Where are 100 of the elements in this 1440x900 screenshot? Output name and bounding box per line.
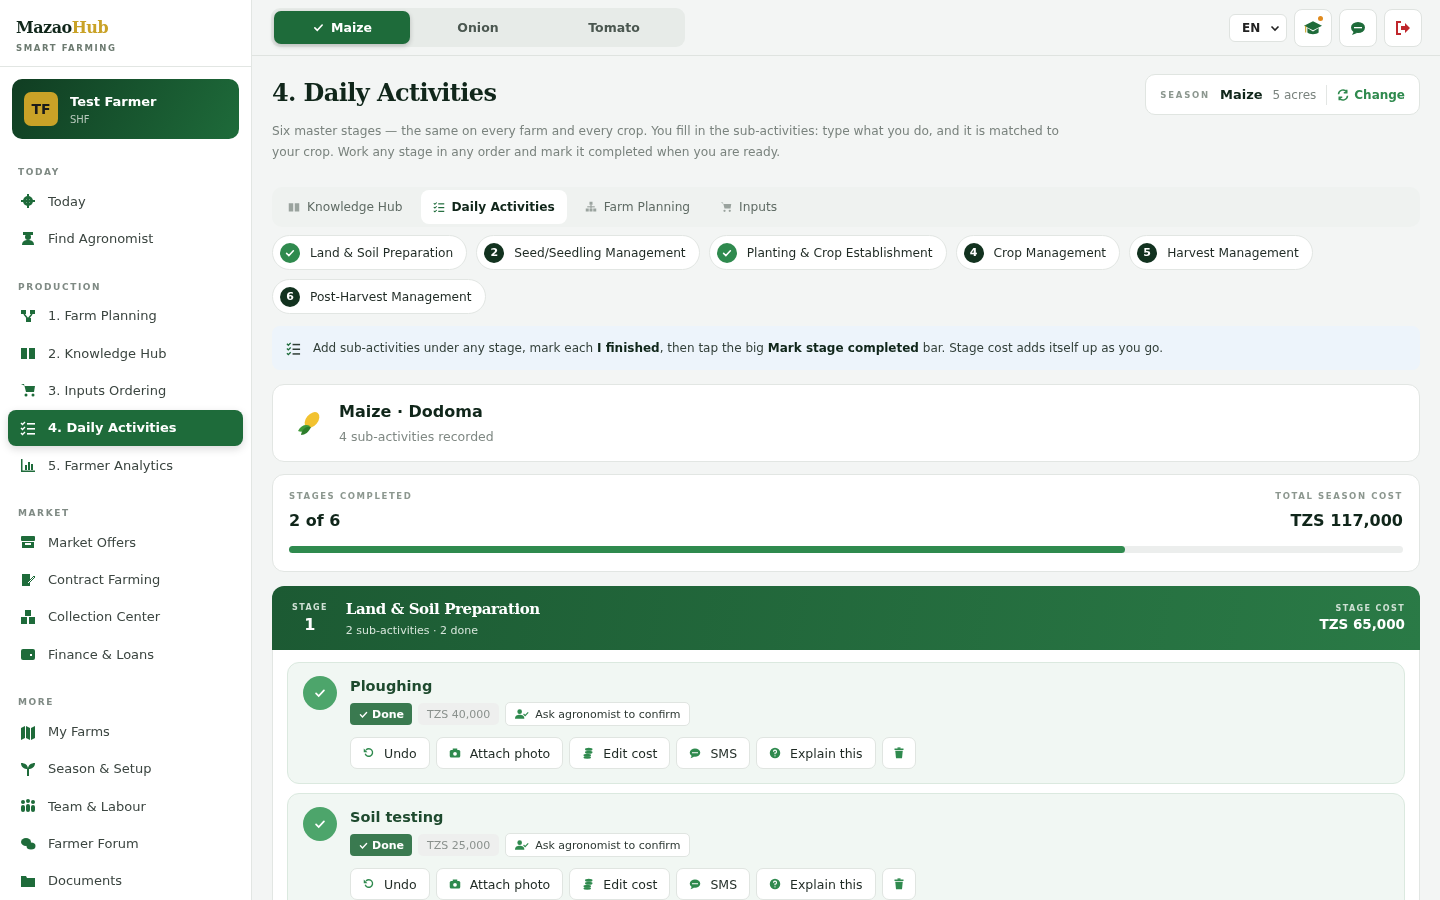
user-card[interactable]: TF Test Farmer SHF: [12, 79, 239, 139]
shop-icon: [20, 534, 36, 551]
progress-label: STAGES COMPLETED: [289, 491, 413, 501]
sidebar-item[interactable]: Contract Farming: [8, 561, 243, 598]
checklist-icon: [286, 340, 301, 356]
done-check-icon[interactable]: [303, 807, 337, 841]
section-tab[interactable]: Knowledge Hub: [276, 190, 415, 224]
sidebar-item[interactable]: Collection Center: [8, 598, 243, 636]
hierarchy-icon: [584, 201, 597, 213]
season-label: SEASON: [1160, 89, 1210, 100]
sidebar-item[interactable]: 3. Inputs Ordering: [8, 372, 243, 409]
confirm-button[interactable]: Ask agronomist to confirm: [505, 833, 691, 857]
stage-label: STAGE: [292, 602, 328, 612]
book-icon: [20, 345, 36, 362]
confirm-button[interactable]: Ask agronomist to confirm: [505, 702, 691, 726]
farm-title: Maize · Dodoma: [339, 402, 484, 421]
flow-icon: [20, 307, 36, 324]
progress-value: 2 of 6: [289, 511, 342, 530]
sidebar-item[interactable]: 2. Knowledge Hub: [8, 334, 243, 372]
sidebar-item[interactable]: Team & Labour: [8, 788, 243, 825]
person-check-icon: [515, 708, 530, 720]
sidebar-item[interactable]: Today: [8, 183, 243, 220]
action-button[interactable]: SMS: [676, 868, 751, 900]
sidebar-section-title: MORE: [17, 697, 56, 708]
wallet-icon: [20, 646, 36, 663]
stage-pill[interactable]: 4 Crop Management: [955, 235, 1121, 270]
sidebar-item[interactable]: Farmer Forum: [8, 825, 243, 862]
trash-icon: [892, 878, 905, 890]
sidebar-item[interactable]: 1. Farm Planning: [8, 297, 243, 334]
sprout-icon: [20, 760, 36, 777]
section-tab[interactable]: Farm Planning: [572, 190, 703, 224]
sidebar-section-title: MARKET: [17, 508, 71, 519]
section-tab[interactable]: Daily Activities: [420, 190, 567, 224]
sidebar-item[interactable]: Documents: [8, 862, 243, 899]
coins-icon: [582, 747, 595, 759]
stage-number: 2: [484, 242, 505, 263]
stage-subtitle: 2 sub-activities · 2 done: [345, 623, 479, 637]
sidebar-item[interactable]: 4. Daily Activities: [8, 409, 243, 446]
action-button[interactable]: Edit cost: [569, 868, 671, 900]
change-button[interactable]: Change: [1337, 87, 1405, 102]
graduation-cap-icon: [1304, 18, 1322, 37]
stage-pill[interactable]: 6 Post-Harvest Management: [272, 279, 486, 314]
boxes-icon: [20, 608, 36, 625]
sms-button[interactable]: [1339, 8, 1377, 47]
sidebar-item[interactable]: Market Offers: [8, 524, 243, 561]
farm-subtitle: 4 sub-activities recorded: [339, 429, 494, 444]
stage-pill[interactable]: 5 Harvest Management: [1129, 235, 1313, 270]
camera-icon: [448, 878, 461, 890]
person-icon: [20, 230, 36, 247]
stage-cost-label: STAGE COST: [1334, 604, 1405, 613]
action-button[interactable]: Explain this: [756, 868, 876, 900]
graduation-cap-button[interactable]: [1294, 8, 1332, 47]
check-icon: [312, 21, 326, 34]
stage-pill[interactable]: Land & Soil Preparation: [272, 235, 468, 270]
action-button[interactable]: Edit cost: [569, 737, 671, 769]
cost-tag: TZS 25,000: [418, 834, 500, 856]
action-button[interactable]: Undo: [350, 737, 430, 769]
done-check-icon[interactable]: [303, 676, 337, 710]
action-button[interactable]: Attach photo: [435, 737, 564, 769]
season-area: 5 acres: [1272, 84, 1328, 105]
page-description: Six master stages — the same on every farm and every crop. You fill in the sub-activities: type what you do, and it is matched to your crop. Work any stage in any order and mark it completed when you are ready.: [272, 123, 1060, 161]
sidebar-section-title: TODAY: [17, 167, 61, 177]
coins-icon: [582, 878, 595, 890]
delete-button[interactable]: [881, 868, 916, 900]
logout-button[interactable]: [1384, 8, 1422, 47]
app-tagline: SMART FARMING: [16, 43, 118, 53]
sidebar-item[interactable]: Find Agronomist: [8, 220, 243, 257]
check-icon: [716, 242, 737, 263]
user-name: Test Farmer: [70, 93, 157, 109]
stage-number: 5: [1137, 242, 1158, 263]
crop-tab[interactable]: Tomato: [546, 11, 682, 44]
checklist-icon: [432, 201, 445, 213]
season-crop: Maize: [1220, 87, 1263, 102]
action-button[interactable]: Explain this: [756, 737, 876, 769]
action-button[interactable]: SMS: [676, 737, 751, 769]
book-icon: [288, 201, 300, 213]
sms-icon: [689, 878, 702, 890]
stage-pill[interactable]: Planting & Crop Establishment: [708, 235, 947, 270]
activity-title: Ploughing: [350, 678, 434, 694]
sidebar-item[interactable]: Finance & Loans: [8, 636, 243, 673]
help-icon: [769, 878, 782, 890]
sidebar-item[interactable]: My Farms: [8, 713, 243, 750]
action-button[interactable]: Attach photo: [435, 868, 564, 900]
undo-icon: [363, 747, 375, 759]
stage-pill[interactable]: 2 Seed/Seedling Management: [476, 235, 700, 270]
section-tab[interactable]: Inputs: [708, 190, 790, 224]
user-role: SHF: [70, 113, 91, 125]
cost-tag: TZS 40,000: [418, 703, 500, 725]
bar-chart-icon: [20, 457, 36, 474]
delete-button[interactable]: [881, 737, 916, 769]
sidebar-item[interactable]: 5. Farmer Analytics: [8, 446, 243, 484]
status-badge: Done: [350, 834, 412, 856]
language-select[interactable]: EN: [1229, 13, 1287, 42]
sidebar-item[interactable]: Season & Setup: [8, 750, 243, 788]
crop-tab[interactable]: Maize: [274, 11, 410, 44]
cost-label: TOTAL SEASON COST: [1275, 491, 1403, 501]
sms-icon: [1350, 19, 1366, 36]
crop-tab[interactable]: Onion: [410, 11, 546, 44]
action-button[interactable]: Undo: [350, 868, 430, 900]
page-title: 4. Daily Activities: [272, 78, 498, 107]
